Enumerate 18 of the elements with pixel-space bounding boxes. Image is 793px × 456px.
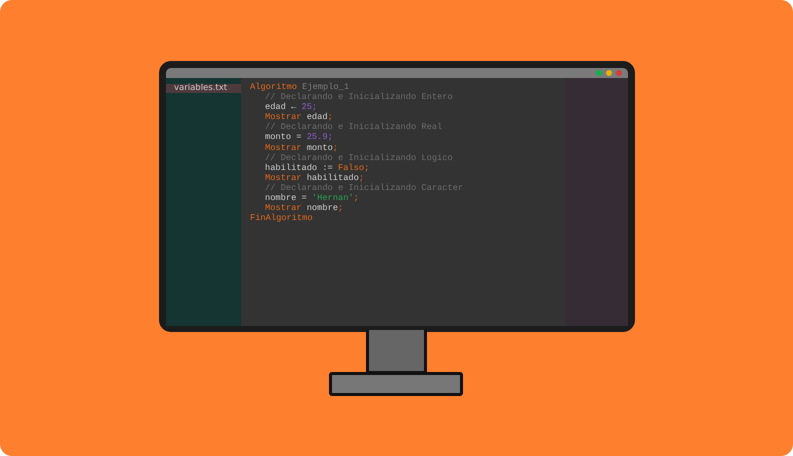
code-line: habilitado := Falso; bbox=[265, 162, 370, 173]
code-line: monto = 25.9; bbox=[265, 132, 334, 143]
window-dot-icon[interactable] bbox=[596, 70, 602, 76]
code-line: // Declarando e Inicializando Entero bbox=[265, 92, 454, 102]
code-line: // Declarando e Inicializando Caracter bbox=[265, 182, 464, 194]
code-line: edad ← 25; bbox=[265, 102, 318, 112]
file-tab[interactable]: variables.txt bbox=[166, 84, 241, 93]
close-icon[interactable] bbox=[616, 70, 622, 76]
code-line: Mostrar nombre; bbox=[265, 203, 344, 214]
code-line: // Declarando e Inicializando Real bbox=[265, 122, 444, 132]
code-line: nombre = 'Hernan'; bbox=[265, 193, 360, 204]
window-dot-icon[interactable] bbox=[606, 70, 612, 76]
code-line: Mostrar monto; bbox=[265, 142, 339, 153]
code-line: Mostrar habilitado; bbox=[265, 172, 366, 183]
code-line: FinAlgoritmo bbox=[250, 213, 314, 224]
code-line: Mostrar edad; bbox=[265, 112, 334, 122]
code-line: // Declarando e Inicializando Logico bbox=[265, 152, 454, 163]
code-line: Algoritmo Ejemplo_1 bbox=[250, 82, 350, 92]
